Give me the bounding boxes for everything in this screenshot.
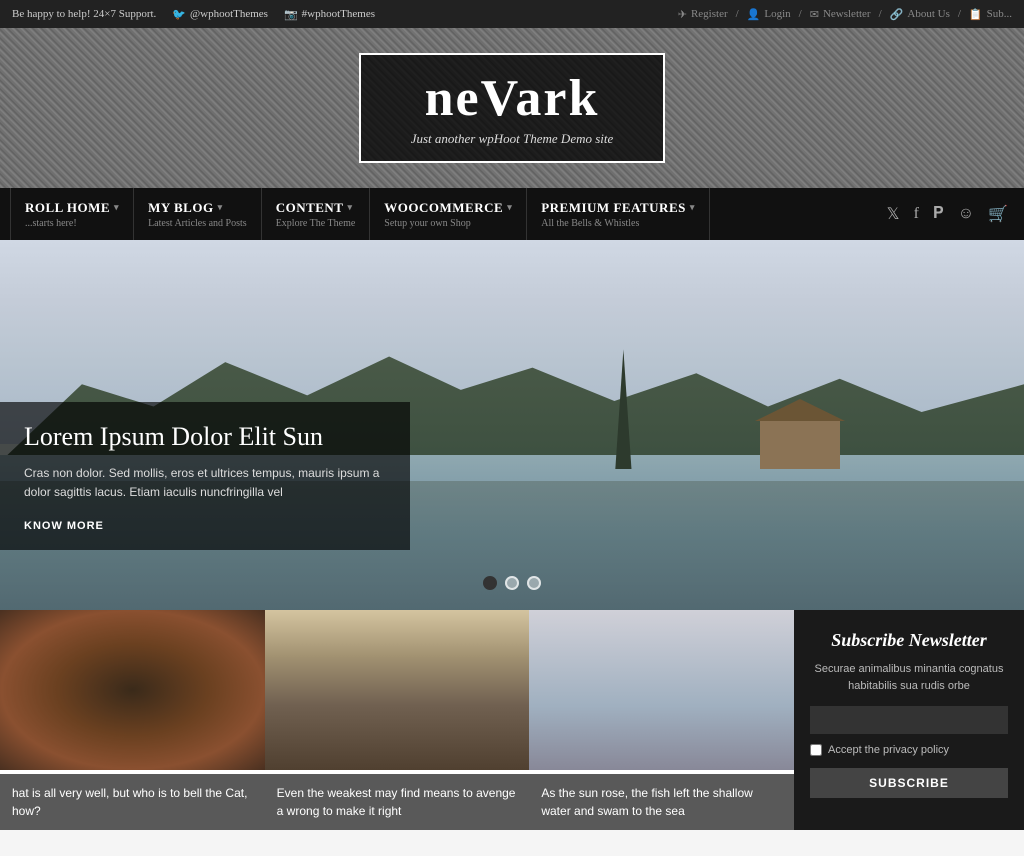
login-icon: 👤 bbox=[747, 8, 761, 21]
top-bar-right: ✈ Register / 👤 Login / ✉ Newsletter / 🔗 … bbox=[678, 8, 1012, 21]
header: neVark Just another wpHoot Theme Demo si… bbox=[0, 28, 1024, 188]
hero-dot-2[interactable] bbox=[505, 576, 519, 590]
nav-roll-home-sub: ...starts here! bbox=[25, 218, 119, 229]
nav-item-premium[interactable]: PREMIUM FEATURES ▾ All the Bells & Whist… bbox=[527, 188, 710, 240]
twitter-icon: 🐦 bbox=[172, 8, 186, 21]
chevron-down-icon: ▾ bbox=[218, 202, 223, 213]
logo-title: neVark bbox=[411, 73, 614, 125]
card-1-image bbox=[0, 610, 265, 770]
hero-title: Lorem Ipsum Dolor Elit Sun bbox=[24, 422, 386, 452]
pinterest-nav-icon[interactable]: 𝐏 bbox=[933, 205, 944, 223]
support-text: Be happy to help! 24×7 Support. bbox=[12, 8, 156, 20]
logo-part1: ne bbox=[425, 70, 481, 127]
cards-left: hat is all very well, but who is to bell… bbox=[0, 610, 794, 830]
nav-my-blog-sub: Latest Articles and Posts bbox=[148, 218, 247, 229]
hero-cta-button[interactable]: KNOW MORE bbox=[24, 520, 104, 532]
hero-description: Cras non dolor. Sed mollis, eros et ultr… bbox=[24, 464, 386, 502]
subscribe-icon: 📋 bbox=[969, 8, 983, 21]
privacy-label: Accept the privacy policy bbox=[828, 744, 949, 756]
logo-box: neVark Just another wpHoot Theme Demo si… bbox=[359, 53, 666, 163]
nav-item-woocommerce[interactable]: WOOCOMMERCE ▾ Setup your own Shop bbox=[370, 188, 527, 240]
newsletter-title: Subscribe Newsletter bbox=[831, 630, 987, 651]
nav-right: 𝕏 f 𝐏 ☺ 🛒 bbox=[887, 188, 1014, 240]
nav-item-content[interactable]: CONTENT ▾ Explore The Theme bbox=[262, 188, 371, 240]
newsletter-email-input[interactable] bbox=[810, 706, 1008, 734]
nav-content-label: CONTENT bbox=[276, 200, 344, 216]
facebook-nav-icon[interactable]: f bbox=[914, 205, 919, 223]
hero-dot-3[interactable] bbox=[527, 576, 541, 590]
nav-left: ROLL HOME ▾ ...starts here! MY BLOG ▾ La… bbox=[10, 188, 710, 240]
privacy-checkbox[interactable] bbox=[810, 744, 822, 756]
register-icon: ✈ bbox=[678, 8, 687, 21]
newsletter-link[interactable]: ✉ Newsletter bbox=[810, 8, 871, 21]
nav-woocommerce-label: WOOCOMMERCE bbox=[384, 200, 503, 216]
card-1: hat is all very well, but who is to bell… bbox=[0, 610, 265, 830]
card-3: As the sun rose, the fish left the shall… bbox=[529, 610, 794, 830]
twitter-nav-icon[interactable]: 𝕏 bbox=[887, 204, 900, 224]
twitter-link[interactable]: 🐦 @wphootThemes bbox=[172, 8, 268, 21]
nav-roll-home-label: ROLL HOME bbox=[25, 200, 110, 216]
nav-item-my-blog[interactable]: MY BLOG ▾ Latest Articles and Posts bbox=[134, 188, 262, 240]
card-2: Even the weakest may find means to aveng… bbox=[265, 610, 530, 830]
newsletter-icon: ✉ bbox=[810, 8, 819, 21]
register-link[interactable]: ✈ Register bbox=[678, 8, 728, 21]
about-link[interactable]: 🔗 About Us bbox=[890, 8, 950, 21]
hero-dot-1[interactable] bbox=[483, 576, 497, 590]
logo-tagline: Just another wpHoot Theme Demo site bbox=[411, 131, 614, 147]
subscribe-link[interactable]: 📋 Sub... bbox=[969, 8, 1012, 21]
card-3-image bbox=[529, 610, 794, 770]
newsletter-description: Securae animalibus minantia cognatus hab… bbox=[810, 661, 1008, 694]
card-3-caption: As the sun rose, the fish left the shall… bbox=[529, 774, 794, 830]
chevron-down-icon: ▾ bbox=[347, 202, 352, 213]
nav-content-sub: Explore The Theme bbox=[276, 218, 356, 229]
subscribe-button[interactable]: SUBSCRIBE bbox=[810, 768, 1008, 798]
newsletter-box: Subscribe Newsletter Securae animalibus … bbox=[794, 610, 1024, 830]
nav-my-blog-label: MY BLOG bbox=[148, 200, 214, 216]
tripadvisor-nav-icon[interactable]: ☺ bbox=[958, 205, 974, 223]
card-2-image bbox=[265, 610, 530, 770]
nav-woocommerce-sub: Setup your own Shop bbox=[384, 218, 512, 229]
card-2-caption: Even the weakest may find means to aveng… bbox=[265, 774, 530, 830]
top-bar-left: Be happy to help! 24×7 Support. 🐦 @wphoo… bbox=[12, 8, 375, 21]
about-icon: 🔗 bbox=[890, 8, 904, 21]
instagram-link[interactable]: 📷 #wphootThemes bbox=[284, 8, 375, 21]
logo-part3: ark bbox=[515, 70, 599, 127]
chevron-down-icon: ▾ bbox=[507, 202, 512, 213]
card-1-caption: hat is all very well, but who is to bell… bbox=[0, 774, 265, 830]
logo-part2: V bbox=[481, 70, 516, 127]
login-link[interactable]: 👤 Login bbox=[747, 8, 791, 21]
chevron-down-icon: ▾ bbox=[114, 202, 119, 213]
navbar: ROLL HOME ▾ ...starts here! MY BLOG ▾ La… bbox=[0, 188, 1024, 240]
hero-content: Lorem Ipsum Dolor Elit Sun Cras non dolo… bbox=[0, 402, 410, 550]
nav-premium-label: PREMIUM FEATURES bbox=[541, 200, 686, 216]
cart-nav-icon[interactable]: 🛒 bbox=[988, 204, 1008, 224]
instagram-icon: 📷 bbox=[284, 8, 298, 21]
cards-section: hat is all very well, but who is to bell… bbox=[0, 610, 1024, 830]
nav-premium-sub: All the Bells & Whistles bbox=[541, 218, 695, 229]
hero-house bbox=[760, 419, 840, 469]
newsletter-privacy: Accept the privacy policy bbox=[810, 744, 1008, 756]
top-bar: Be happy to help! 24×7 Support. 🐦 @wphoo… bbox=[0, 0, 1024, 28]
chevron-down-icon: ▾ bbox=[690, 202, 695, 213]
hero-slider: Lorem Ipsum Dolor Elit Sun Cras non dolo… bbox=[0, 240, 1024, 610]
hero-dots bbox=[483, 576, 541, 590]
nav-item-roll-home[interactable]: ROLL HOME ▾ ...starts here! bbox=[10, 188, 134, 240]
